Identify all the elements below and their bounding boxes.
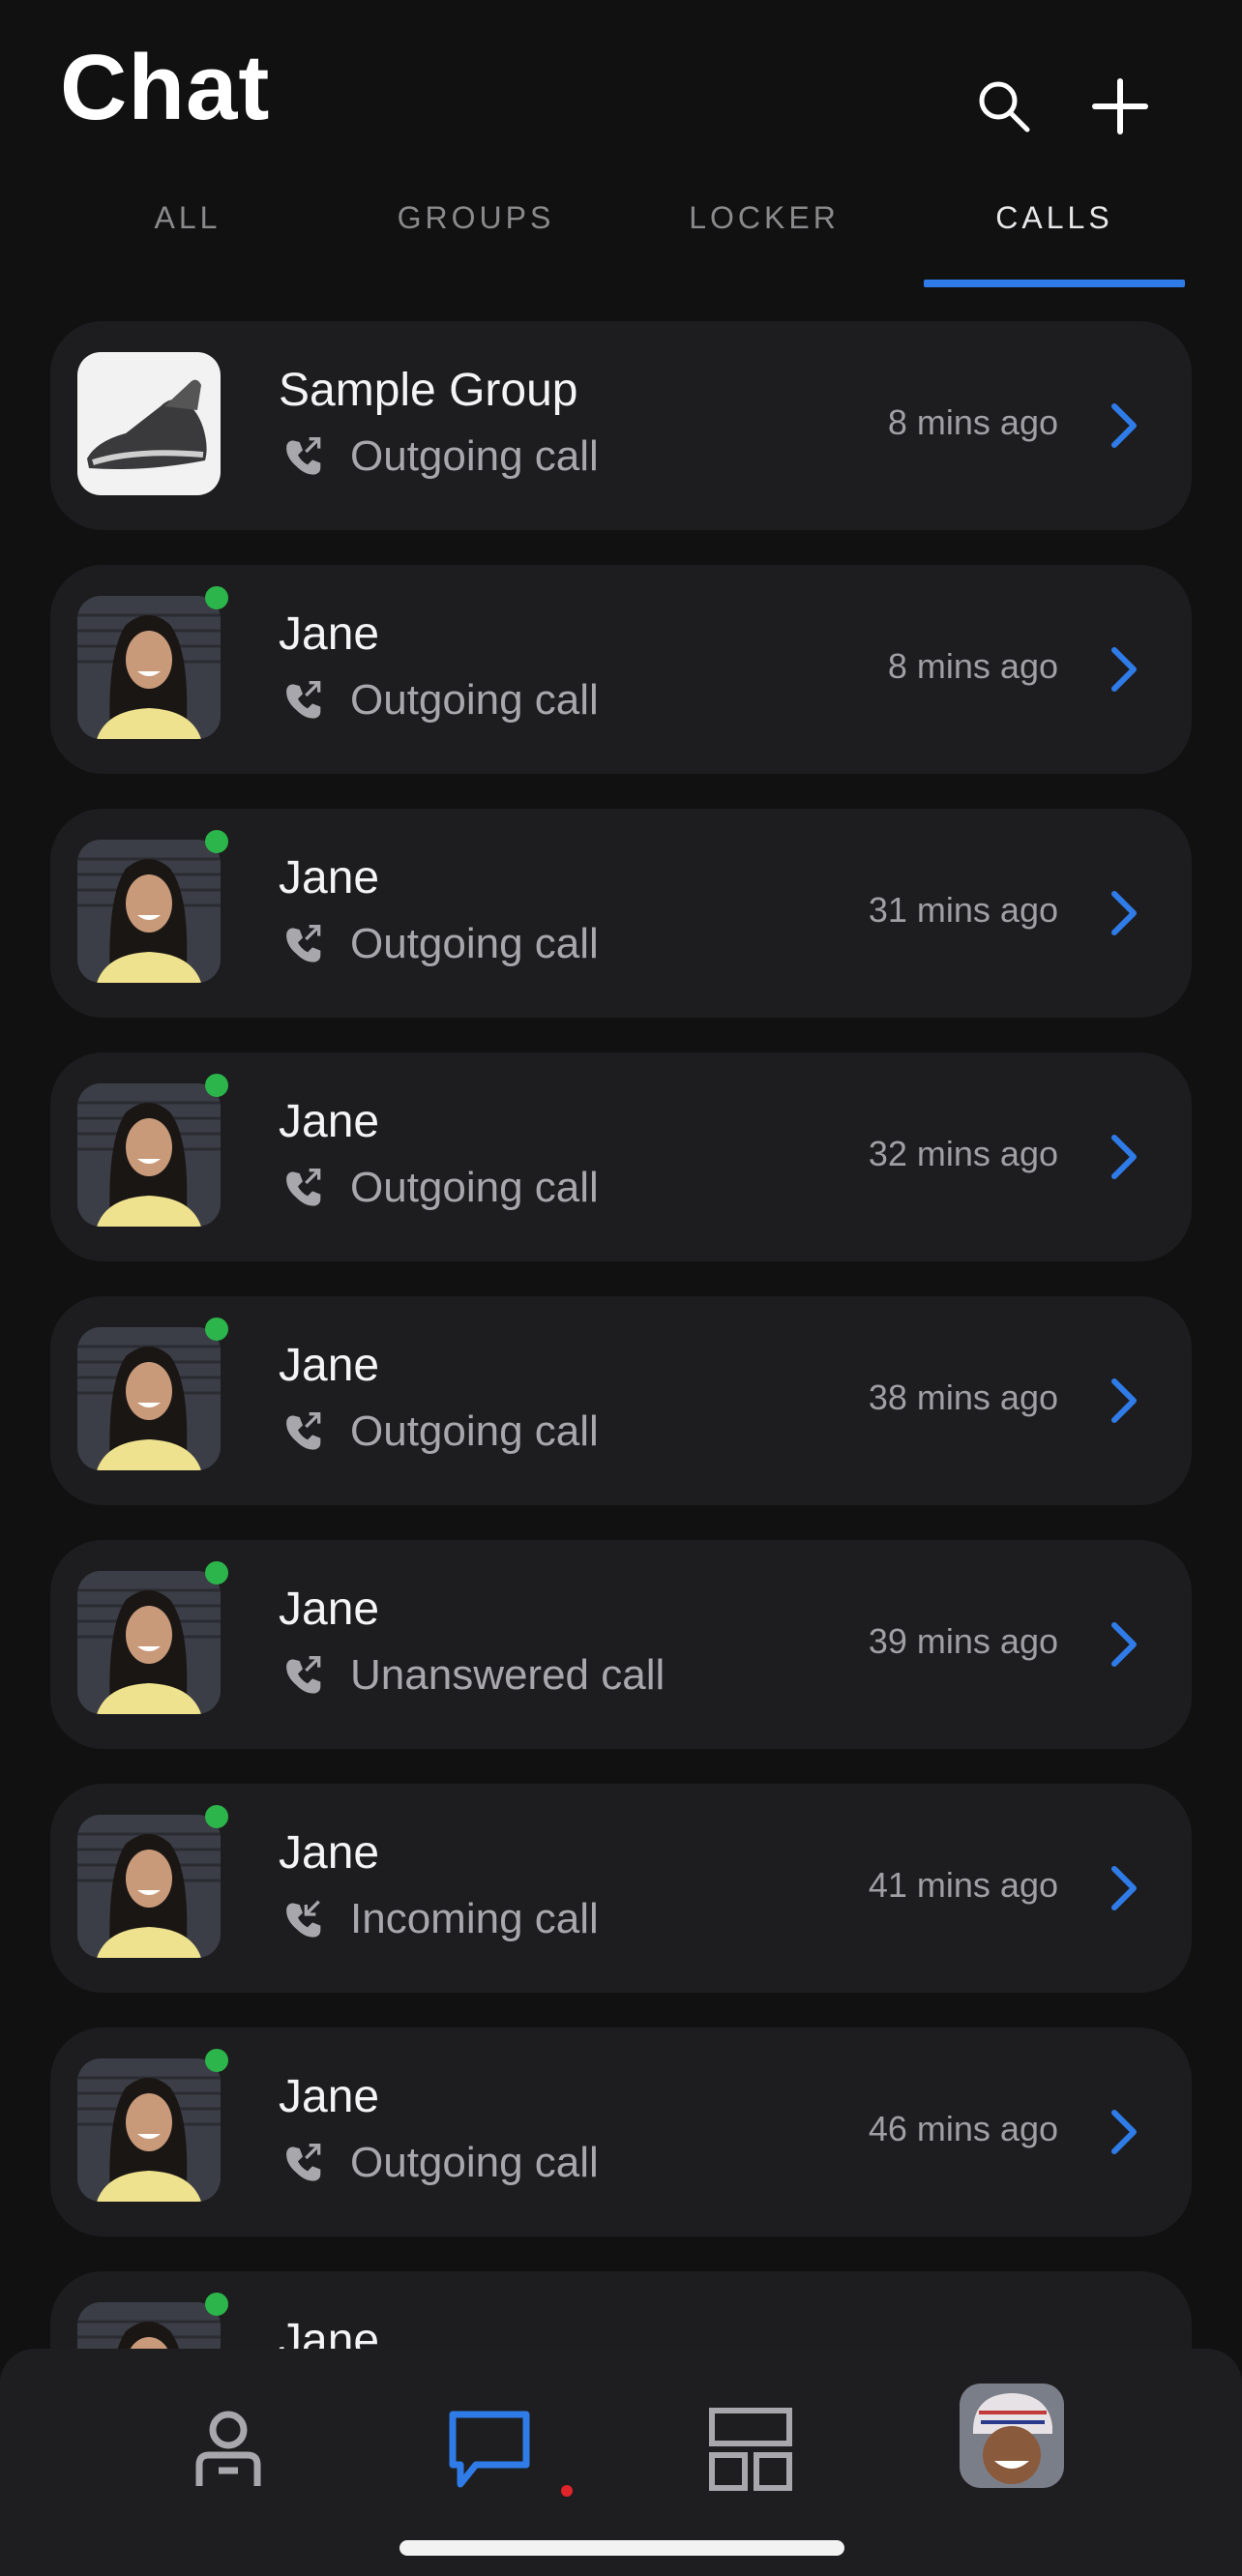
chevron-right-icon[interactable] xyxy=(1105,400,1143,451)
call-timestamp: 8 mins ago xyxy=(887,646,1058,686)
contact-avatar xyxy=(77,2058,221,2202)
tab-all[interactable]: ALL xyxy=(43,193,333,286)
chevron-right-icon[interactable] xyxy=(1105,1863,1143,1913)
call-status: Outgoing call xyxy=(279,1161,599,1215)
online-status-dot xyxy=(205,2049,228,2072)
contact-name: Jane xyxy=(279,1827,380,1879)
chevron-right-icon[interactable] xyxy=(1105,644,1143,695)
outgoing-call-icon xyxy=(286,925,321,962)
call-status-label: Outgoing call xyxy=(350,1407,599,1455)
call-status-label: Outgoing call xyxy=(350,2139,599,2186)
call-status: Outgoing call xyxy=(279,673,599,727)
call-timestamp: 46 mins ago xyxy=(868,2109,1058,2148)
call-status: Outgoing call xyxy=(279,917,599,971)
call-log-item[interactable]: Jane Outgoing call 32 mins ago xyxy=(50,1052,1192,1261)
call-log-item[interactable]: Jane Outgoing call 8 mins ago xyxy=(50,565,1192,774)
tab-locker[interactable]: LOCKER xyxy=(619,193,909,286)
chevron-right-icon[interactable] xyxy=(1105,2107,1143,2157)
call-status-label: Unanswered call xyxy=(350,1651,665,1699)
contact-name: Jane xyxy=(279,608,380,660)
page-title: Chat xyxy=(60,36,271,139)
outgoing-call-icon xyxy=(286,1656,321,1694)
tab-bar: ALL GROUPS LOCKER CALLS xyxy=(0,193,1242,290)
outgoing-call-icon xyxy=(286,2144,321,2181)
call-log-item[interactable]: Jane Outgoing call 31 mins ago xyxy=(50,809,1192,1018)
chevron-right-icon[interactable] xyxy=(1105,1132,1143,1182)
contact-avatar xyxy=(77,1571,221,1714)
online-status-dot xyxy=(205,1074,228,1097)
chevron-right-icon[interactable] xyxy=(1105,888,1143,938)
contact-avatar xyxy=(77,840,221,983)
call-timestamp: 38 mins ago xyxy=(868,1377,1058,1417)
online-status-dot xyxy=(205,1805,228,1828)
contact-name: Jane xyxy=(279,1584,380,1635)
call-status-label: Outgoing call xyxy=(350,1164,599,1211)
search-icon xyxy=(979,81,1030,133)
contact-name: Jane xyxy=(279,1096,380,1147)
incoming-call-icon xyxy=(286,1900,321,1938)
call-timestamp: 8 mins ago xyxy=(887,402,1058,442)
add-button[interactable] xyxy=(1081,68,1159,145)
call-log-item[interactable]: Sample Group Outgoing call 8 mins ago xyxy=(50,321,1192,530)
active-tab-indicator xyxy=(924,280,1185,287)
online-status-dot xyxy=(205,586,228,609)
home-indicator xyxy=(399,2540,844,2556)
contact-avatar xyxy=(77,1327,221,1470)
chevron-right-icon[interactable] xyxy=(1105,1619,1143,1670)
chat-notification-dot xyxy=(561,2485,573,2497)
call-timestamp: 39 mins ago xyxy=(868,1621,1058,1661)
chat-bubble-icon xyxy=(449,2411,530,2488)
call-log-item[interactable]: Jane Unanswered call 39 mins ago xyxy=(50,1540,1192,1749)
outgoing-call-icon xyxy=(286,1169,321,1206)
contact-name: Jane xyxy=(279,2071,380,2122)
call-log-item[interactable]: Jane Incoming call 41 mins ago xyxy=(50,1784,1192,1993)
profile-avatar[interactable] xyxy=(960,2384,1064,2488)
call-list: Sample Group Outgoing call 8 mins ago Jane O… xyxy=(50,321,1192,2515)
call-timestamp: 41 mins ago xyxy=(868,1865,1058,1905)
online-status-dot xyxy=(205,1561,228,1584)
nav-chat[interactable] xyxy=(431,2391,547,2507)
search-button[interactable] xyxy=(965,68,1043,145)
contact-name: Jane xyxy=(279,852,380,903)
outgoing-call-icon xyxy=(286,681,321,719)
call-status: Incoming call xyxy=(279,1892,599,1946)
tab-groups[interactable]: GROUPS xyxy=(331,193,621,286)
contact-avatar xyxy=(77,1083,221,1227)
call-status: Outgoing call xyxy=(279,2136,599,2190)
tab-calls[interactable]: CALLS xyxy=(909,193,1199,286)
call-status: Outgoing call xyxy=(279,1405,599,1459)
outgoing-call-icon xyxy=(286,1412,321,1450)
call-timestamp: 31 mins ago xyxy=(868,890,1058,930)
call-status: Outgoing call xyxy=(279,429,599,484)
nav-contacts[interactable] xyxy=(170,2391,286,2507)
call-status-label: Outgoing call xyxy=(350,920,599,967)
plus-icon xyxy=(1092,78,1148,134)
call-log-item[interactable]: Jane Outgoing call 38 mins ago xyxy=(50,1296,1192,1505)
call-status-label: Incoming call xyxy=(350,1895,599,1942)
call-status-label: Outgoing call xyxy=(350,432,599,480)
contact-name: Jane xyxy=(279,1340,380,1391)
contact-avatar xyxy=(77,1815,221,1958)
header: Chat ALL GROUPS LOCKER CALLS xyxy=(0,0,1242,290)
contact-name: Sample Group xyxy=(279,365,578,416)
chevron-right-icon[interactable] xyxy=(1105,1376,1143,1426)
call-status: Unanswered call xyxy=(279,1648,665,1703)
online-status-dot xyxy=(205,1318,228,1341)
dashboard-icon xyxy=(709,2408,792,2491)
profile-photo xyxy=(960,2384,1064,2488)
call-status-label: Outgoing call xyxy=(350,676,599,724)
online-status-dot xyxy=(205,830,228,853)
contact-avatar xyxy=(77,596,221,739)
online-status-dot xyxy=(205,2293,228,2316)
outgoing-call-icon xyxy=(286,437,321,475)
call-log-item[interactable]: Jane Outgoing call 46 mins ago xyxy=(50,2028,1192,2236)
nav-dashboard[interactable] xyxy=(693,2391,809,2507)
group-avatar xyxy=(77,352,221,495)
person-icon xyxy=(195,2411,261,2486)
call-timestamp: 32 mins ago xyxy=(868,1134,1058,1173)
